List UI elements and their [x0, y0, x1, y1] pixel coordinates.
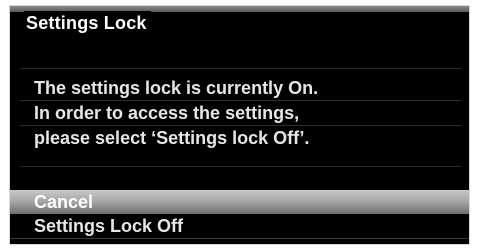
settings-lock-off-option[interactable]: Settings Lock Off	[10, 214, 469, 239]
dialog-title: Settings Lock	[24, 11, 151, 35]
dialog-message: The settings lock is currently On. In or…	[20, 76, 461, 150]
cancel-option[interactable]: Cancel	[10, 190, 469, 214]
message-line-1: The settings lock is currently On.	[20, 76, 461, 101]
divider	[20, 68, 461, 69]
dialog-options: Cancel Settings Lock Off	[10, 190, 469, 239]
divider	[20, 166, 461, 167]
dialog-title-bar: Settings Lock	[10, 6, 469, 44]
settings-lock-dialog: Settings Lock The settings lock is curre…	[9, 5, 470, 245]
message-line-3: please select ‘Settings lock Off’.	[34, 128, 310, 148]
message-line-2: In order to access the settings,	[20, 101, 461, 126]
